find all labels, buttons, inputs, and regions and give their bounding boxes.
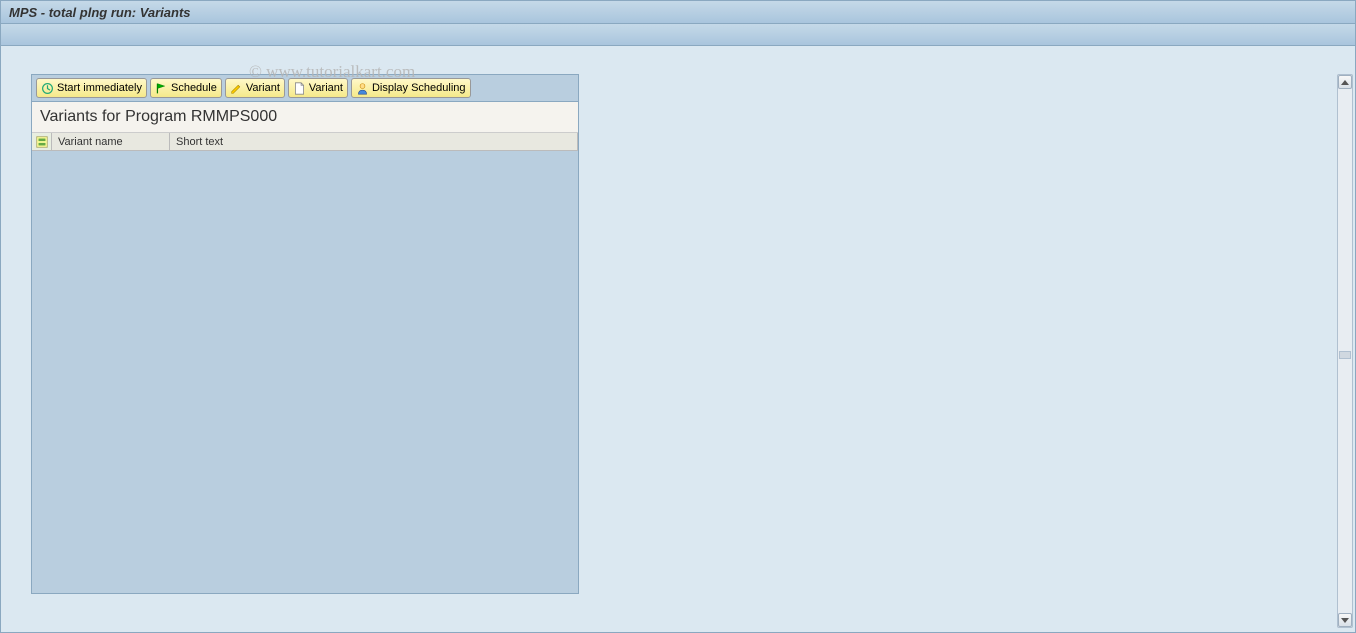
pencil-icon	[230, 82, 243, 95]
row-selector-header[interactable]	[32, 133, 52, 150]
menu-bar	[0, 24, 1356, 46]
schedule-label: Schedule	[171, 82, 217, 94]
variant-edit-label: Variant	[246, 82, 280, 94]
scroll-down-button[interactable]	[1338, 613, 1352, 627]
variant-edit-button[interactable]: Variant	[225, 78, 285, 98]
window-title-bar: MPS - total plng run: Variants	[0, 0, 1356, 24]
user-icon	[356, 82, 369, 95]
table-header: Variant name Short text	[32, 133, 578, 151]
variant-new-label: Variant	[309, 82, 343, 94]
column-short-text[interactable]: Short text	[170, 133, 578, 150]
display-scheduling-label: Display Scheduling	[372, 82, 466, 94]
inner-panel: Start immediately Schedule Variant Varia…	[31, 74, 579, 594]
start-immediately-label: Start immediately	[57, 82, 142, 94]
chevron-down-icon	[1341, 618, 1349, 623]
content-wrapper: © www.tutorialkart.com Start immediately…	[0, 46, 1356, 633]
start-immediately-button[interactable]: Start immediately	[36, 78, 147, 98]
column-variant-name[interactable]: Variant name	[52, 133, 170, 150]
schedule-button[interactable]: Schedule	[150, 78, 222, 98]
panel-title: Variants for Program RMMPS000	[32, 102, 578, 133]
clock-icon	[41, 82, 54, 95]
variant-new-button[interactable]: Variant	[288, 78, 348, 98]
scroll-up-button[interactable]	[1338, 75, 1352, 89]
toolbar: Start immediately Schedule Variant Varia…	[32, 75, 578, 102]
scroll-nub[interactable]	[1339, 351, 1351, 359]
scroll-track[interactable]	[1339, 91, 1351, 611]
flag-icon	[155, 82, 168, 95]
vertical-scrollbar[interactable]	[1337, 74, 1353, 628]
window-title: MPS - total plng run: Variants	[9, 5, 191, 20]
document-icon	[293, 82, 306, 95]
chevron-up-icon	[1341, 80, 1349, 85]
display-scheduling-button[interactable]: Display Scheduling	[351, 78, 471, 98]
